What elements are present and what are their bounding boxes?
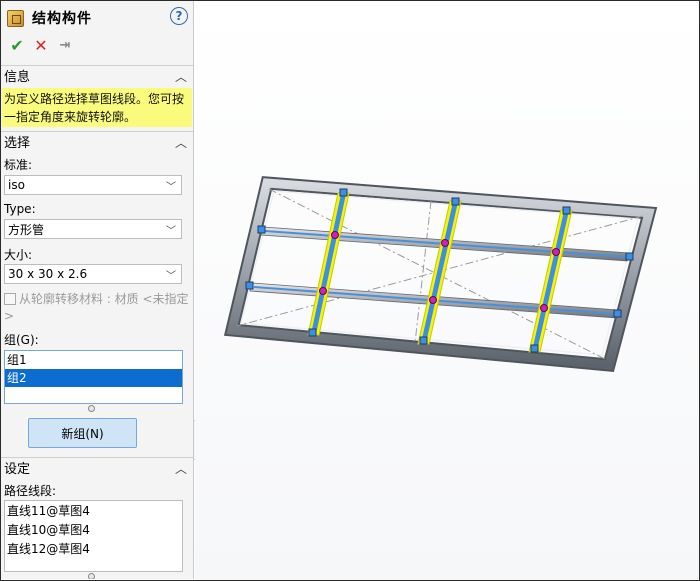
selection-section-title: 选择 — [4, 136, 31, 151]
pushpin-button[interactable]: ⇥ — [53, 38, 77, 53]
checkbox-icon — [4, 293, 16, 305]
standard-combo[interactable]: iso ﹀ — [4, 175, 182, 195]
chevron-down-icon: ﹀ — [166, 271, 176, 282]
chevron-down-icon: ﹀ — [166, 226, 176, 237]
settings-section-title: 设定 — [4, 462, 31, 477]
group-item[interactable]: 组1 — [5, 351, 182, 369]
pm-actions: ✔ ✕ ⇥ — [5, 35, 77, 55]
group-label: 组(G): — [4, 333, 39, 347]
ok-button[interactable]: ✔ — [5, 36, 29, 55]
collapse-caret-icon[interactable]: ︿ — [175, 68, 187, 85]
transfer-material-checkbox[interactable]: 从轮廓转移材料 : 材质 <未指定> — [4, 291, 189, 325]
size-combo[interactable]: 30 x 30 x 2.6 ﹀ — [4, 264, 182, 284]
collapse-caret-icon[interactable]: ︿ — [175, 134, 187, 151]
graphics-viewport[interactable] — [195, 1, 699, 580]
path-segment-item[interactable]: 直线12@草图4 — [5, 540, 182, 558]
selected-members[interactable] — [307, 192, 573, 353]
list-resize-grip-icon[interactable] — [88, 405, 95, 412]
path-segment-item[interactable]: 直线11@草图4 — [5, 502, 182, 520]
path-segments-label: 路径线段: — [4, 484, 57, 498]
type-label: Type: — [4, 202, 36, 216]
type-combo[interactable]: 方形管 ﹀ — [4, 219, 182, 239]
collapse-caret-icon[interactable]: ︿ — [175, 460, 187, 477]
cancel-button[interactable]: ✕ — [29, 36, 53, 55]
help-icon[interactable]: ? — [170, 7, 188, 25]
structural-member-icon — [7, 9, 24, 27]
path-segments-list[interactable]: 直线11@草图4 直线10@草图4 直线12@草图4 — [4, 500, 183, 572]
path-segment-item[interactable]: 直线10@草图4 — [5, 521, 182, 539]
pm-header: 结构构件 — [7, 7, 92, 29]
info-section-header[interactable]: 信息 ︿ — [1, 65, 193, 85]
pm-title: 结构构件 — [32, 11, 92, 27]
property-manager: 结构构件 ? ✔ ✕ ⇥ 信息 ︿ 为定义路径选择草图线段。您可按一指定角度来旋… — [1, 1, 194, 579]
selection-section-header[interactable]: 选择 ︿ — [1, 131, 193, 151]
settings-section-header[interactable]: 设定 ︿ — [1, 457, 193, 477]
info-section-title: 信息 — [4, 70, 31, 85]
list-resize-grip-icon[interactable] — [88, 573, 95, 579]
group-list[interactable]: 组1 组2 — [4, 350, 183, 404]
size-value: 30 x 30 x 2.6 — [8, 267, 88, 281]
standard-value: iso — [8, 178, 25, 192]
standard-label: 标准: — [4, 158, 33, 172]
type-value: 方形管 — [8, 222, 45, 237]
chevron-down-icon: ﹀ — [166, 182, 176, 193]
info-message: 为定义路径选择草图线段。您可按一指定角度来旋转轮廓。 — [2, 88, 192, 127]
transfer-material-label: 从轮廓转移材料 : 材质 <未指定> — [4, 292, 189, 323]
group-item-selected[interactable]: 组2 — [5, 369, 182, 387]
size-label: 大小: — [4, 248, 33, 262]
frame-model[interactable] — [195, 1, 699, 580]
new-group-button[interactable]: 新组(N) — [28, 418, 137, 448]
